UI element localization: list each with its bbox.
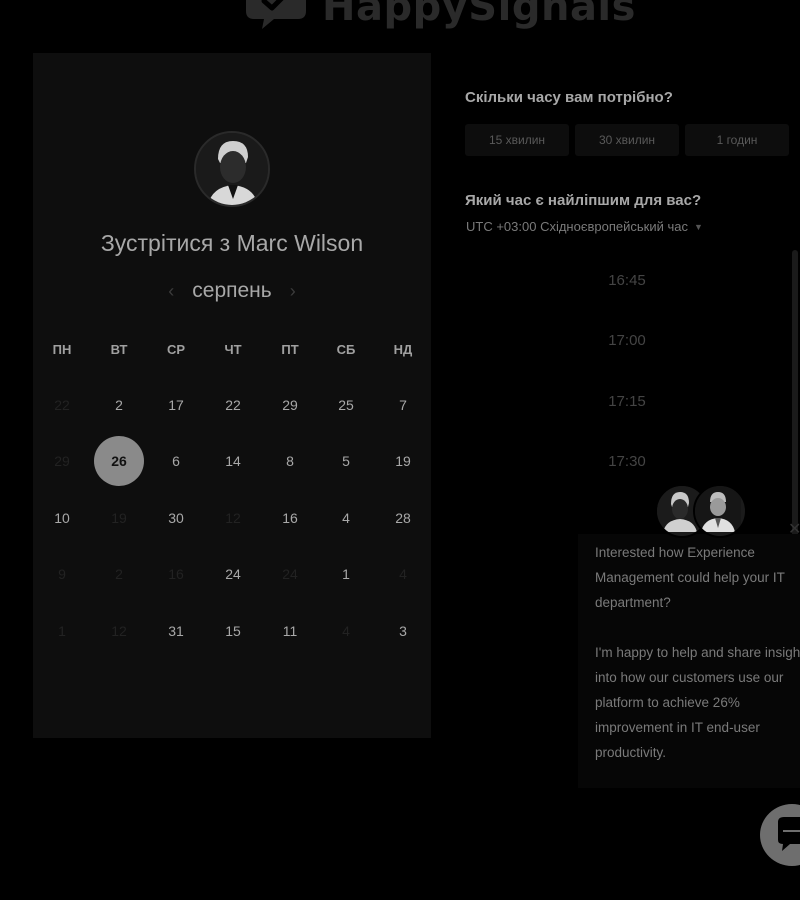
meeting-title-prefix: Зустрітися з [100,230,231,256]
chat-message-1: Interested how Experience Management cou… [595,545,785,610]
calendar-day[interactable]: 10 [37,493,87,543]
weekday-3: ЧТ [224,342,242,357]
chevron-left-icon[interactable]: ‹ [168,281,174,302]
chat-bubble-icon [778,817,800,851]
weekday-1: ВТ [110,342,128,357]
time-slot-1700[interactable]: 17:00 [567,320,687,360]
calendar-day: 19 [111,510,127,526]
logo-icon [240,0,312,33]
chat-message: Interested how Experience Management cou… [595,540,800,765]
time-slot-1645[interactable]: 16:45 [567,260,687,300]
time-slot-1715[interactable]: 17:15 [567,381,687,421]
calendar-day: 16 [168,566,184,582]
weekday-5: СБ [336,342,356,357]
duration-option-60[interactable]: 1 годин [685,124,789,156]
calendar-day: 12 [111,623,127,639]
meeting-title: Зустрітися з Marc Wilson [33,230,431,257]
duration-options: 15 хвилин 30 хвилин 1 годин [465,124,789,156]
calendar-day[interactable]: 22 [208,380,258,430]
calendar-day[interactable]: 6 [151,436,201,486]
calendar-day[interactable]: 29 [265,380,315,430]
calendar-day[interactable]: 19 [378,436,428,486]
caret-down-icon: ▼ [693,221,703,232]
chat-agent-avatar-2 [693,484,747,538]
calendar-day[interactable]: 5 [321,436,371,486]
calendar-day[interactable]: 24 [208,549,258,599]
calendar-day[interactable]: 14 [208,436,258,486]
calendar-day[interactable]: 31 [151,606,201,656]
duration-option-30[interactable]: 30 хвилин [575,124,679,156]
calendar-day[interactable]: 3 [378,606,428,656]
calendar-day: 1 [58,623,66,639]
calendar-day: 22 [54,397,70,413]
chat-message-2: I'm happy to help and share insight into… [595,645,800,760]
time-question: Який час є найліпшим для вас? [465,192,702,209]
month-navigation: ‹ серпень › [33,279,431,303]
duration-question: Скільки часу вам потрібно? [465,89,673,106]
calendar-day[interactable]: 1 [321,549,371,599]
calendar-day[interactable]: 15 [208,606,258,656]
calendar-day: 9 [58,566,66,582]
weekday-0: ПН [52,342,72,357]
calendar-day[interactable]: 4 [321,493,371,543]
calendar-day[interactable]: 8 [265,436,315,486]
calendar-day: 29 [54,453,70,469]
calendar-day: 12 [225,510,241,526]
calendar-day[interactable]: 28 [378,493,428,543]
calendar-day: 4 [399,566,407,582]
brand-logo: HappySignals [240,0,636,32]
calendar-day[interactable]: 11 [265,606,315,656]
calendar-day: 24 [282,566,298,582]
weekday-6: НД [393,342,413,357]
timezone-label: UTC +03:00 Східноєвропейський час [466,219,688,234]
calendar-day[interactable]: 7 [378,380,428,430]
weekday-4: ПТ [281,342,299,357]
host-name: Marc Wilson [236,230,364,256]
chat-agents-avatars [655,484,747,538]
calendar-day: 2 [115,566,123,582]
close-icon[interactable]: ✕ [788,519,800,539]
calendar-day[interactable]: 17 [151,380,201,430]
timezone-selector[interactable]: UTC +03:00 Східноєвропейський час ▼ [466,219,703,234]
host-avatar [194,131,270,207]
time-slot-1730[interactable]: 17:30 [567,441,687,481]
weekday-2: СР [166,342,186,357]
duration-option-15[interactable]: 15 хвилин [465,124,569,156]
calendar-day: 4 [342,623,350,639]
chevron-right-icon[interactable]: › [290,281,296,302]
calendar-day[interactable]: 2 [94,380,144,430]
month-label: серпень [192,279,272,302]
calendar-day[interactable]: 16 [265,493,315,543]
calendar-day[interactable]: 30 [151,493,201,543]
chat-launcher-button[interactable] [760,804,800,866]
brand-name: HappySignals [322,0,636,30]
calendar-day[interactable]: 25 [321,380,371,430]
selected-day[interactable]: 26 [94,436,144,486]
